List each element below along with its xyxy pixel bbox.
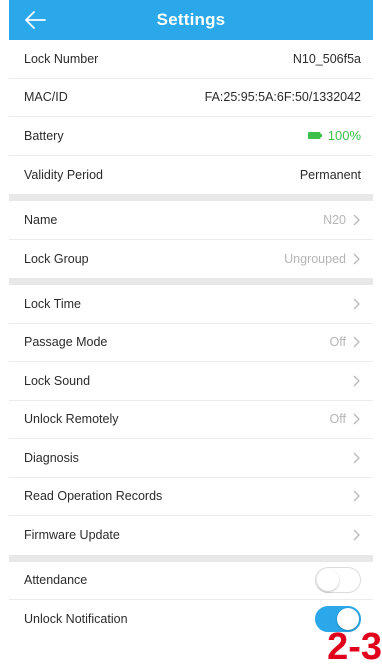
battery-indicator: 100% — [307, 128, 361, 144]
unlock-notification-row: Unlock Notification — [9, 600, 373, 639]
attendance-label: Attendance — [24, 573, 88, 588]
firmware-update-row[interactable]: Firmware Update — [9, 516, 373, 555]
name-row[interactable]: Name N20 — [9, 201, 373, 240]
attendance-toggle[interactable] — [315, 567, 361, 594]
lock-sound-label: Lock Sound — [24, 373, 91, 388]
validity-period-row: Validity Period Permanent — [9, 155, 373, 194]
passage-mode-row[interactable]: Passage Mode Off — [9, 323, 373, 362]
validity-period-label: Validity Period — [24, 167, 103, 182]
chevron-right-icon — [353, 452, 360, 464]
name-label: Name — [24, 212, 58, 227]
app-header: Settings — [9, 0, 373, 40]
diagnosis-row[interactable]: Diagnosis — [9, 439, 373, 478]
lock-group-row[interactable]: Lock Group Ungrouped — [9, 239, 373, 278]
mac-id-label: MAC/ID — [24, 90, 68, 105]
lock-group-label: Lock Group — [24, 251, 89, 266]
lock-sound-row[interactable]: Lock Sound — [9, 362, 373, 401]
chevron-right-icon — [353, 253, 360, 265]
chevron-right-icon — [353, 375, 360, 387]
lock-number-row: Lock Number N10_506f5a — [9, 40, 373, 79]
battery-value: 100% — [327, 128, 361, 144]
arrow-left-icon[interactable] — [23, 9, 47, 31]
unlock-remotely-label: Unlock Remotely — [24, 412, 119, 427]
read-operation-records-label: Read Operation Records — [24, 489, 163, 504]
chevron-right-icon — [353, 336, 360, 348]
lock-number-label: Lock Number — [24, 51, 99, 66]
name-value: N20 — [323, 212, 346, 227]
settings-list: Lock Number N10_506f5a MAC/ID FA:25:95:5… — [9, 40, 373, 639]
battery-label: Battery — [24, 128, 64, 143]
chevron-right-icon — [353, 413, 360, 425]
battery-row: Battery 100% — [9, 117, 373, 156]
lock-time-row[interactable]: Lock Time — [9, 285, 373, 324]
lock-time-label: Lock Time — [24, 296, 81, 311]
unlock-remotely-value: Off — [329, 412, 346, 427]
unlock-notification-label: Unlock Notification — [24, 612, 128, 627]
read-operation-records-row[interactable]: Read Operation Records — [9, 477, 373, 516]
passage-mode-value: Off — [329, 335, 346, 350]
mac-id-row: MAC/ID FA:25:95:5A:6F:50/1332042 — [9, 78, 373, 117]
section-divider — [9, 278, 373, 285]
step-stamp: 2-3 — [327, 626, 382, 668]
chevron-right-icon — [353, 490, 360, 502]
mac-id-value: FA:25:95:5A:6F:50/1332042 — [204, 90, 361, 105]
lock-number-value: N10_506f5a — [292, 51, 361, 66]
chevron-right-icon — [353, 214, 360, 226]
chevron-right-icon — [353, 529, 360, 541]
firmware-update-label: Firmware Update — [24, 528, 120, 543]
chevron-right-icon — [353, 298, 360, 310]
toggle-knob — [317, 569, 339, 592]
lock-group-value: Ungrouped — [284, 251, 346, 266]
unlock-remotely-row[interactable]: Unlock Remotely Off — [9, 400, 373, 439]
passage-mode-label: Passage Mode — [24, 335, 108, 350]
section-divider — [9, 554, 373, 562]
battery-icon — [307, 132, 322, 140]
attendance-row: Attendance — [9, 561, 373, 600]
page-title: Settings — [156, 10, 226, 29]
section-divider — [9, 194, 373, 201]
validity-period-value: Permanent — [299, 167, 361, 182]
diagnosis-label: Diagnosis — [24, 450, 79, 465]
